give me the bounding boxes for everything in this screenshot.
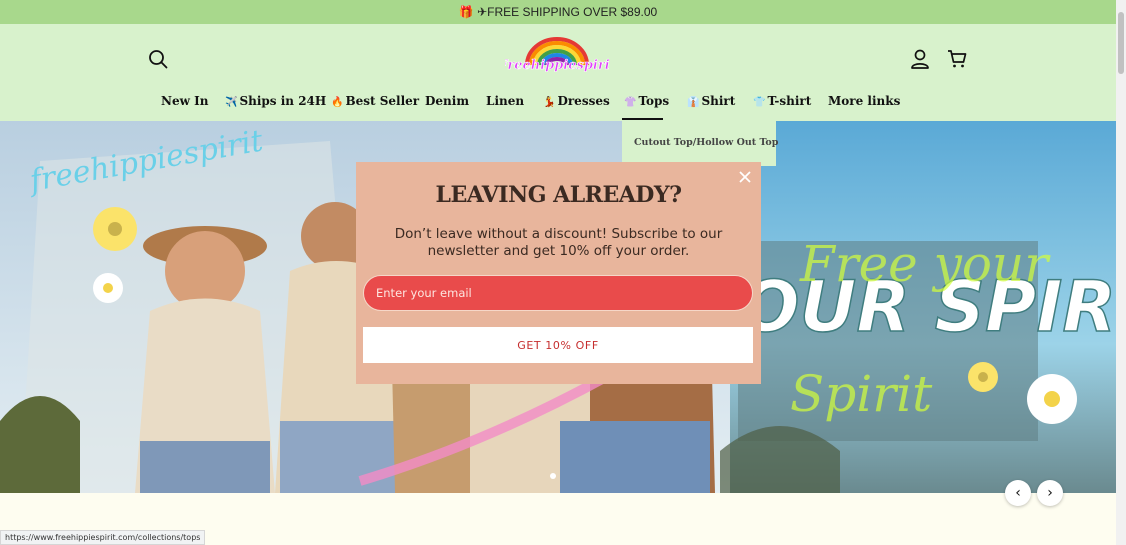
get-discount-button[interactable]: GET 10% OFF [363, 327, 753, 363]
main-nav: New In ✈️ Ships in 24H 🔥 Best Seller Denim… [0, 92, 1116, 120]
carousel-dot-active[interactable] [550, 473, 556, 479]
dropdown-item-cutout-top[interactable]: Cutout Top/Hollow Out Top [634, 137, 778, 148]
chevron-right-icon: › [1047, 485, 1053, 501]
nav-item-t-shirt[interactable]: 👕 T-shirt [753, 94, 811, 108]
page-scrollbar[interactable] [1116, 0, 1126, 545]
t-shirt-icon: 👕 [753, 97, 766, 108]
nav-label: New In [161, 94, 209, 108]
nav-label: Dresses [557, 94, 610, 108]
nav-item-ships-in-24h[interactable]: ✈️ Ships in 24H [225, 94, 326, 108]
nav-item-shirt[interactable]: 👔 Shirt [687, 94, 735, 108]
active-nav-underline [622, 118, 663, 120]
search-icon [149, 50, 168, 69]
modal-description: Don’t leave without a discount! Subscrib… [394, 226, 723, 259]
nav-item-dresses[interactable]: 💃 Dresses [543, 94, 610, 108]
nav-label: Linen [486, 94, 525, 108]
site-logo[interactable]: Freehippiespirit [497, 35, 616, 79]
email-field[interactable] [363, 275, 753, 311]
nav-item-more-links[interactable]: More links [828, 94, 900, 108]
site-header: Freehippiespirit New In ✈️Ships in 24H 🔥… [0, 24, 1116, 121]
chevron-left-icon: ‹ [1015, 485, 1021, 501]
cart-button[interactable] [946, 48, 968, 70]
nav-item-new-in[interactable]: New In [161, 94, 208, 108]
nav-label: Ships in 24H [239, 94, 327, 108]
nav-label: Denim [425, 94, 470, 108]
nav-item-best-seller[interactable]: 🔥 Best Seller [331, 94, 419, 108]
nav-label: Best Seller [345, 94, 420, 108]
carousel-prev-button[interactable]: ‹ [1005, 480, 1031, 506]
search-button[interactable] [147, 48, 169, 70]
fire-icon: 🔥 [331, 97, 344, 108]
nav-label: T-shirt [767, 94, 812, 108]
hero-script-overlay-2: Spirit [790, 365, 933, 423]
nav-item-linen[interactable]: Linen [486, 94, 524, 108]
shirt-icon: 👔 [687, 97, 700, 108]
blouse-icon: 👚 [624, 97, 637, 108]
nav-label: Tops [638, 94, 670, 108]
modal-title: LEAVING ALREADY? [435, 182, 682, 208]
airplane-icon: ✈️ [225, 97, 238, 108]
status-bar-url: https://www.freehippiespirit.com/collect… [0, 530, 206, 545]
hero-script-overlay: Free your [799, 235, 1051, 293]
dancer-icon: 💃 [543, 97, 556, 108]
account-button[interactable] [909, 48, 931, 70]
nav-label: Shirt [701, 94, 736, 108]
announcement-text: 🎁 ✈FREE SHIPPING OVER $89.00 [458, 5, 658, 19]
user-icon [911, 49, 929, 69]
nav-item-tops[interactable]: 👚 Tops [624, 94, 669, 108]
scrollbar-thumb[interactable] [1118, 12, 1124, 74]
announcement-bar: 🎁 ✈FREE SHIPPING OVER $89.00 [0, 0, 1116, 24]
logo-text: Freehippiespirit [505, 58, 609, 73]
carousel-next-button[interactable]: › [1037, 480, 1063, 506]
nav-label: More links [828, 94, 901, 108]
nav-item-denim[interactable]: Denim [425, 94, 469, 108]
tops-dropdown-menu: Cutout Top/Hollow Out Top [622, 121, 778, 166]
cart-icon [948, 50, 967, 68]
